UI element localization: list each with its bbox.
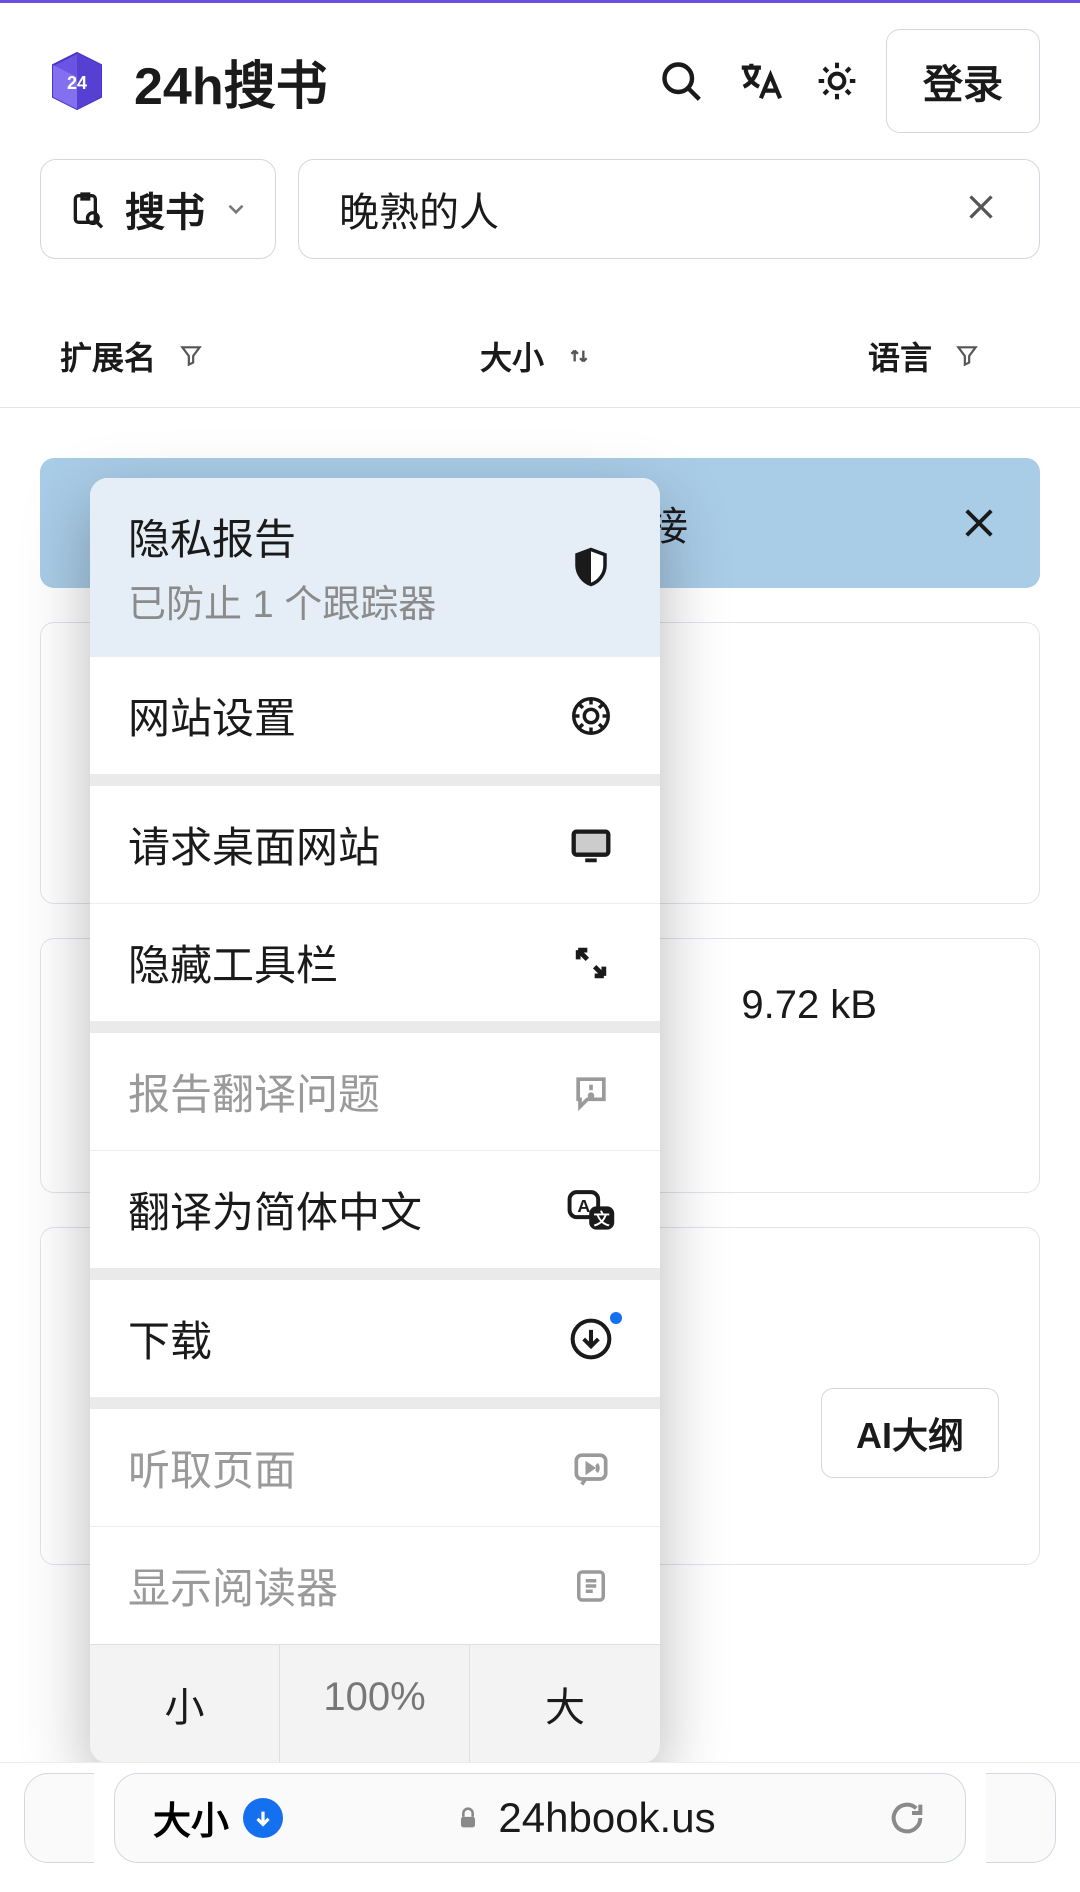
chevron-down-icon xyxy=(243,1798,283,1838)
zoom-out-button[interactable]: 小 xyxy=(90,1645,280,1763)
svg-text:A: A xyxy=(577,1195,590,1215)
site-title: 24h搜书 xyxy=(134,44,328,119)
page-settings-button[interactable]: 大小 xyxy=(153,1790,283,1845)
column-size[interactable]: 大小 xyxy=(480,333,592,379)
reader-icon xyxy=(566,1561,616,1611)
search-input-wrap xyxy=(298,159,1040,259)
reload-icon[interactable] xyxy=(887,1798,927,1838)
url-bar[interactable]: 大小 24hbook.us xyxy=(114,1773,966,1863)
shield-icon xyxy=(566,542,616,592)
desktop-icon xyxy=(566,820,616,870)
zoom-in-button[interactable]: 大 xyxy=(470,1645,660,1763)
menu-hide-toolbar[interactable]: 隐藏工具栏 xyxy=(90,904,660,1021)
search-row: 搜书 xyxy=(0,159,1080,289)
column-lang[interactable]: 语言 xyxy=(868,333,980,379)
menu-show-reader: 显示阅读器 xyxy=(90,1527,660,1644)
login-button[interactable]: 登录 xyxy=(886,29,1040,133)
theme-icon[interactable] xyxy=(808,52,866,110)
prev-tab-button[interactable] xyxy=(24,1773,94,1863)
domain-text: 24hbook.us xyxy=(498,1794,715,1842)
ai-outline-button[interactable]: AI大纲 xyxy=(821,1388,999,1478)
chevron-down-icon xyxy=(223,196,249,222)
menu-listen-page: 听取页面 xyxy=(90,1409,660,1527)
svg-text:24: 24 xyxy=(67,73,87,93)
table-header: 扩展名 大小 语言 xyxy=(0,289,1080,407)
clipboard-search-icon xyxy=(67,189,107,229)
close-icon[interactable] xyxy=(958,502,1000,544)
safari-page-menu: 隐私报告 已防止 1 个跟踪器 网站设置 xyxy=(90,478,660,1763)
speaker-icon xyxy=(566,1443,616,1493)
menu-site-settings[interactable]: 网站设置 xyxy=(90,657,660,774)
filter-icon xyxy=(954,343,980,369)
header: 24 24h搜书 登录 xyxy=(0,3,1080,159)
menu-privacy-report[interactable]: 隐私报告 已防止 1 个跟踪器 xyxy=(90,478,660,657)
notification-dot xyxy=(610,1312,622,1324)
svg-text:文: 文 xyxy=(594,1209,611,1228)
menu-report-translation: 报告翻译问题 xyxy=(90,1033,660,1151)
search-type-selector[interactable]: 搜书 xyxy=(40,159,276,259)
menu-translate[interactable]: 翻译为简体中文 A 文 xyxy=(90,1151,660,1268)
filter-icon xyxy=(178,343,204,369)
gear-icon xyxy=(566,691,616,741)
search-icon[interactable] xyxy=(652,52,710,110)
clear-icon[interactable] xyxy=(953,179,1009,240)
language-icon[interactable] xyxy=(730,52,788,110)
next-tab-button[interactable] xyxy=(986,1773,1056,1863)
zoom-controls: 小 100% 大 xyxy=(90,1644,660,1763)
translate-icon: A 文 xyxy=(566,1185,616,1235)
expand-icon xyxy=(566,938,616,988)
report-icon xyxy=(566,1067,616,1117)
search-input[interactable] xyxy=(329,163,953,256)
zoom-level: 100% xyxy=(280,1645,470,1763)
menu-downloads[interactable]: 下载 xyxy=(90,1280,660,1397)
sort-icon xyxy=(566,343,592,369)
download-icon xyxy=(566,1314,616,1364)
search-type-label: 搜书 xyxy=(125,180,205,238)
menu-request-desktop[interactable]: 请求桌面网站 xyxy=(90,786,660,904)
logo[interactable]: 24 24h搜书 xyxy=(42,42,328,120)
column-ext[interactable]: 扩展名 xyxy=(60,333,204,379)
file-size: 9.72 kB xyxy=(741,983,877,1028)
browser-toolbar: 大小 24hbook.us xyxy=(0,1762,1080,1892)
lock-icon xyxy=(454,1804,482,1832)
logo-icon: 24 xyxy=(42,42,120,120)
